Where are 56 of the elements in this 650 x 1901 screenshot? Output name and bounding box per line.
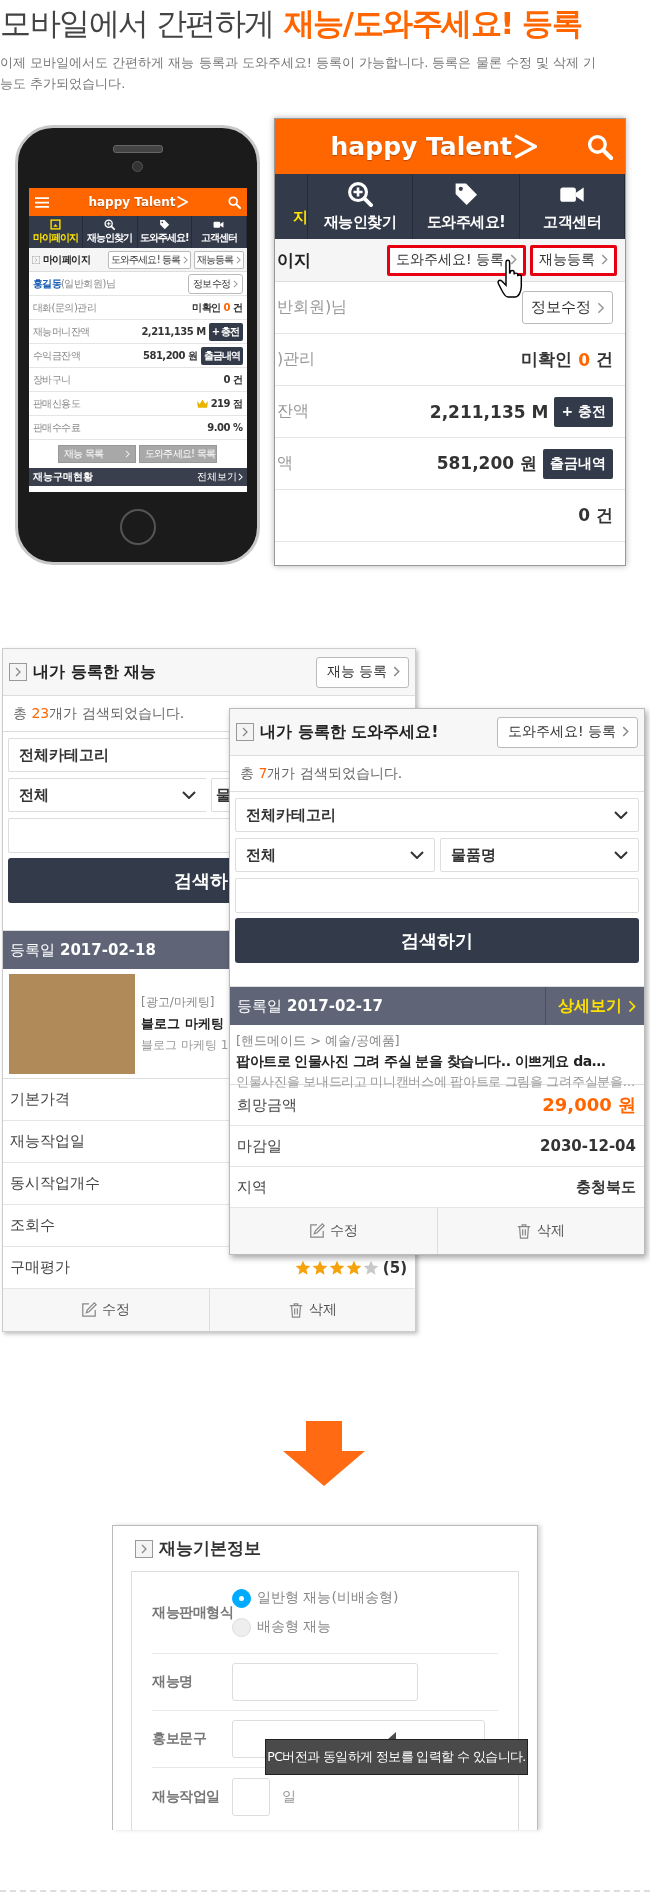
row-value: 581,200 원 bbox=[436, 452, 537, 475]
member-name: 홍길동(일반회원)님 bbox=[32, 276, 116, 291]
card-title: 내가 등록한 재능 bbox=[33, 661, 158, 683]
page-title: 이지 bbox=[277, 248, 312, 272]
field-label: 홍보문구 bbox=[152, 1730, 207, 1748]
registration-date: 등록일 2017-02-17 bbox=[236, 996, 383, 1016]
row-value: 9.00 % bbox=[207, 422, 243, 433]
row-value: 2,211,135 M bbox=[429, 401, 549, 422]
field-label: 재능작업일 bbox=[152, 1787, 221, 1806]
form-title: 재능기본정보 bbox=[159, 1537, 261, 1560]
row-label: 액 bbox=[277, 453, 293, 474]
unit-label: 일 bbox=[282, 1787, 296, 1806]
item-category: [광고/마케팅] bbox=[141, 993, 216, 1011]
row-label: 재능머니잔액 bbox=[32, 324, 90, 339]
row-value: 충청북도 bbox=[576, 1177, 636, 1197]
row-label: 대화(문의)관리 bbox=[32, 300, 97, 315]
row-label: 재능작업일 bbox=[10, 1132, 85, 1151]
row-label: 반회원)님 bbox=[277, 297, 348, 318]
row-value: 0 건 bbox=[578, 504, 613, 527]
item-description: 인물사진을 보내드리고 미니캔버스에 팝아트로 그림을 그려주실분을… bbox=[236, 1074, 636, 1091]
row-label: 조회수 bbox=[10, 1216, 55, 1235]
result-count: 총 23개가 검색되었습니다. bbox=[13, 704, 185, 723]
row-value: 2,211,135 M bbox=[141, 326, 206, 337]
row-label: 구매평가 bbox=[10, 1258, 70, 1277]
result-count: 총 7개가 검색되었습니다. bbox=[240, 764, 403, 783]
row-label: 동시작업개수 bbox=[10, 1174, 100, 1193]
card-title: 내가 등록한 도와주세요! bbox=[260, 721, 440, 743]
row-label: 희망금액 bbox=[237, 1095, 297, 1115]
description: 이제 모바일에서도 간편하게 재능 등록과 도와주세요! 등록이 가능합니다. 등록은 물론 수정 및 삭제 기능도 추가되었습니다. bbox=[0, 54, 598, 93]
row-value: 0 건 bbox=[223, 372, 243, 387]
row-label: 기본가격 bbox=[10, 1090, 70, 1109]
page-title: 마이페이지 bbox=[42, 252, 91, 267]
row-label: 장바구니 bbox=[32, 372, 71, 387]
registration-date: 등록일 2017-02-18 bbox=[10, 940, 156, 960]
row-label: 지역 bbox=[237, 1177, 267, 1197]
row-value: 2030-12-04 bbox=[540, 1137, 636, 1155]
row-value: 미확인 0 건 bbox=[192, 300, 243, 315]
field-label: 재능명 bbox=[152, 1673, 194, 1691]
headline: 모바일에서 간편하게 bbox=[0, 4, 274, 43]
row-label: 마감일 bbox=[237, 1136, 282, 1156]
row-label: 판매수수료 bbox=[32, 420, 80, 435]
row-value: 미확인 0 건 bbox=[521, 348, 613, 371]
section-title: 재능구매현황 bbox=[32, 470, 93, 484]
row-label: 판매신용도 bbox=[32, 396, 80, 411]
item-subtitle: 블로그 마케팅 1 bbox=[141, 1036, 229, 1054]
row-label: 잔액 bbox=[277, 401, 309, 422]
rating-count: (5) bbox=[382, 1258, 407, 1277]
field-label: 재능판매형식 bbox=[152, 1603, 232, 1622]
item-category: [핸드메이드 > 예술/공예품] bbox=[236, 1032, 401, 1050]
price-value: 29,000 원 bbox=[542, 1093, 636, 1117]
row-value: 219 점 bbox=[210, 396, 243, 411]
headline-highlight: 재능/도와주세요! 등록 bbox=[283, 4, 582, 43]
row-label: 수익금잔액 bbox=[32, 348, 80, 363]
row-value: 581,200 원 bbox=[142, 348, 198, 363]
row-label: )관리 bbox=[277, 349, 316, 370]
tooltip: PC버전과 동일하게 정보를 입력할 수 있습니다. bbox=[265, 1739, 528, 1775]
